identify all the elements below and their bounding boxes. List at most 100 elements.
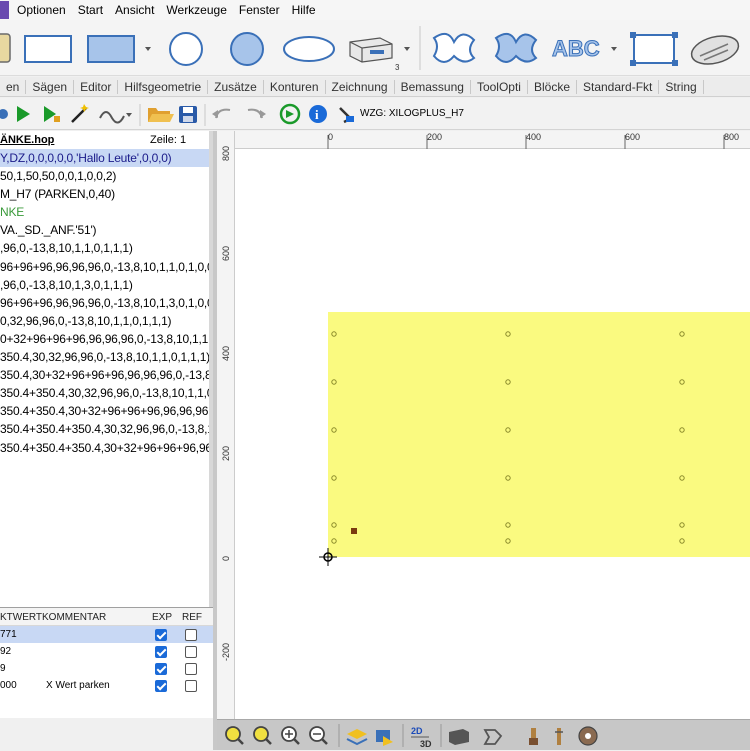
select-frame-icon[interactable] (630, 32, 678, 66)
contour-icon[interactable] (483, 729, 503, 745)
exp-checkbox[interactable] (155, 663, 167, 675)
tab-saegen[interactable]: Sägen (26, 79, 75, 94)
play-step-icon[interactable] (44, 106, 60, 122)
variable-row[interactable]: 9 (0, 660, 213, 677)
code-line[interactable]: Y,DZ,0,0,0,0,0,'Hallo Leute',0,0,0) (0, 149, 212, 168)
vruler-label: 600 (221, 245, 231, 261)
app-icon[interactable] (0, 1, 9, 19)
menu-ansicht[interactable]: Ansicht (111, 3, 162, 17)
zoom-in-icon[interactable] (281, 726, 300, 745)
view-2d3d-icon[interactable]: 2D 3D (411, 726, 432, 749)
tab-bloecke[interactable]: Blöcke (528, 79, 577, 94)
code-line[interactable]: 0+32+96+96+96,96,96,96,0,-13,8,10,1,1. (0, 330, 212, 348)
code-line[interactable]: 350.4,30+32+96+96+96,96,96,96,0,-13,8, (0, 366, 212, 384)
magic-wand-icon[interactable] (71, 104, 89, 123)
filled-curve-icon[interactable] (494, 32, 538, 63)
circle-icon[interactable] (169, 32, 203, 66)
folder-open-icon[interactable] (148, 108, 174, 122)
vruler-label: -200 (221, 642, 231, 661)
variable-row[interactable]: 000 X Wert parken (0, 677, 213, 694)
text-icon[interactable]: ABC (552, 36, 617, 62)
code-line[interactable]: 350.4+350.4+350.4,30,32,96,96,0,-13,8,1 (0, 420, 212, 438)
ref-checkbox[interactable] (185, 646, 197, 658)
tab-string[interactable]: String (659, 79, 704, 94)
disc-icon[interactable] (688, 31, 741, 69)
variable-value[interactable]: 000 (0, 680, 17, 691)
menu-optionen[interactable]: Optionen (13, 3, 74, 17)
variable-comment[interactable]: X Wert parken (46, 680, 110, 691)
shapes-icon[interactable] (376, 730, 393, 746)
menu-werkzeuge[interactable]: Werkzeuge (162, 3, 234, 17)
menu-hilfe[interactable]: Hilfe (288, 3, 324, 17)
variable-value[interactable]: 9 (0, 663, 6, 674)
col-ref[interactable]: REF (182, 612, 202, 623)
code-line[interactable]: ,96,0,-13,8,10,1,3,0,1,1,1) (0, 276, 212, 294)
menu-fenster[interactable]: Fenster (235, 3, 288, 17)
tab-en[interactable]: en (0, 79, 27, 94)
info-icon[interactable]: i (309, 105, 327, 123)
tool-icon[interactable] (339, 107, 354, 124)
variable-value[interactable]: 92 (0, 646, 11, 657)
filled-rectangle-icon[interactable] (87, 35, 151, 63)
panel-rectangle (328, 312, 750, 557)
play-icon[interactable] (17, 106, 30, 122)
code-line[interactable]: VA._SD._ANF.'51') (0, 221, 212, 239)
exp-checkbox[interactable] (155, 680, 167, 692)
route-icon[interactable] (99, 111, 132, 124)
ref-checkbox[interactable] (185, 663, 197, 675)
drill-bit-icon[interactable] (555, 728, 563, 745)
code-line[interactable]: 350.4,30,32,96,96,0,-13,8,10,1,1,0,1,1,1… (0, 348, 212, 366)
tab-zusaetze[interactable]: Zusätze (208, 79, 264, 94)
col-wert[interactable]: KTWERT (0, 612, 42, 623)
zoom-out-icon[interactable] (309, 726, 328, 745)
tool-label: WZG: XILOGPLUS_H7 (360, 108, 464, 119)
tab-hilfsgeometrie[interactable]: Hilfsgeometrie (118, 79, 209, 94)
variable-row[interactable]: 92 (0, 643, 213, 660)
rectangle-icon[interactable] (24, 35, 72, 63)
box-3d-icon[interactable] (349, 37, 410, 63)
exp-checkbox[interactable] (155, 646, 167, 658)
redo-icon[interactable] (247, 108, 266, 119)
ref-checkbox[interactable] (185, 680, 197, 692)
ref-checkbox[interactable] (185, 629, 197, 641)
code-line[interactable]: 350.4+350.4,30+32+96+96+96,96,96,96,0 (0, 402, 212, 420)
curve-icon[interactable] (432, 32, 476, 63)
filled-circle-icon[interactable] (230, 32, 264, 66)
zoom-window-icon[interactable] (225, 726, 244, 745)
code-line[interactable]: NKE (0, 203, 212, 221)
code-line[interactable]: 350.4+350.4+350.4,30+32+96+96+96,96,96 (0, 439, 212, 457)
code-line[interactable]: M_H7 (PARKEN,0,40) (0, 185, 212, 203)
tab-toolopti[interactable]: ToolOpti (471, 79, 528, 94)
tab-zeichnung[interactable]: Zeichnung (326, 79, 395, 94)
save-icon[interactable] (179, 106, 197, 123)
variable-row[interactable]: 771 (0, 626, 213, 643)
code-line[interactable]: 50,1,50,50,0,0,1,0,0,2) (0, 167, 212, 185)
drawing-canvas[interactable] (217, 131, 750, 719)
code-line[interactable]: 0,32,96,96,0,-13,8,10,1,1,0,1,1,1) (0, 312, 212, 330)
menu-start[interactable]: Start (74, 3, 111, 17)
ellipse-icon[interactable] (283, 36, 335, 62)
tab-konturen[interactable]: Konturen (264, 79, 326, 94)
svg-text:2D: 2D (411, 726, 423, 736)
tab-standard-fkt[interactable]: Standard-Fkt (577, 79, 660, 94)
tab-bemassung[interactable]: Bemassung (395, 79, 471, 94)
code-line[interactable]: 96+96+96,96,96,96,0,-13,8,10,1,1,0,1,0,0 (0, 258, 212, 276)
tab-editor[interactable]: Editor (74, 79, 119, 94)
undo-icon[interactable] (212, 108, 231, 119)
saw-blade-icon[interactable] (578, 726, 598, 746)
code-line[interactable]: 350.4+350.4,30,32,96,96,0,-13,8,10,1,1,0 (0, 384, 212, 402)
zoom-fit-icon[interactable] (253, 726, 272, 745)
col-kommentar[interactable]: KOMMENTAR (42, 612, 106, 623)
exp-checkbox[interactable] (155, 629, 167, 641)
program-editor[interactable]: ÄNKE.hop Zeile: 1 Y,DZ,0,0,0,0,0,'Hallo … (0, 131, 213, 607)
gear-icon[interactable] (0, 109, 8, 119)
refresh-icon[interactable] (279, 103, 301, 125)
tool-holder-icon[interactable] (529, 728, 538, 745)
layers-icon[interactable] (346, 729, 368, 746)
code-line[interactable]: ,96,0,-13,8,10,1,1,0,1,1,1) (0, 239, 212, 257)
solid-box-icon[interactable] (449, 729, 469, 745)
rectangle-rounded-icon[interactable] (0, 33, 11, 63)
variable-value[interactable]: 771 (0, 629, 17, 640)
col-exp[interactable]: EXP (152, 612, 172, 623)
code-line[interactable]: 96+96+96,96,96,96,0,-13,8,10,1,3,0,1,0,0 (0, 294, 212, 312)
